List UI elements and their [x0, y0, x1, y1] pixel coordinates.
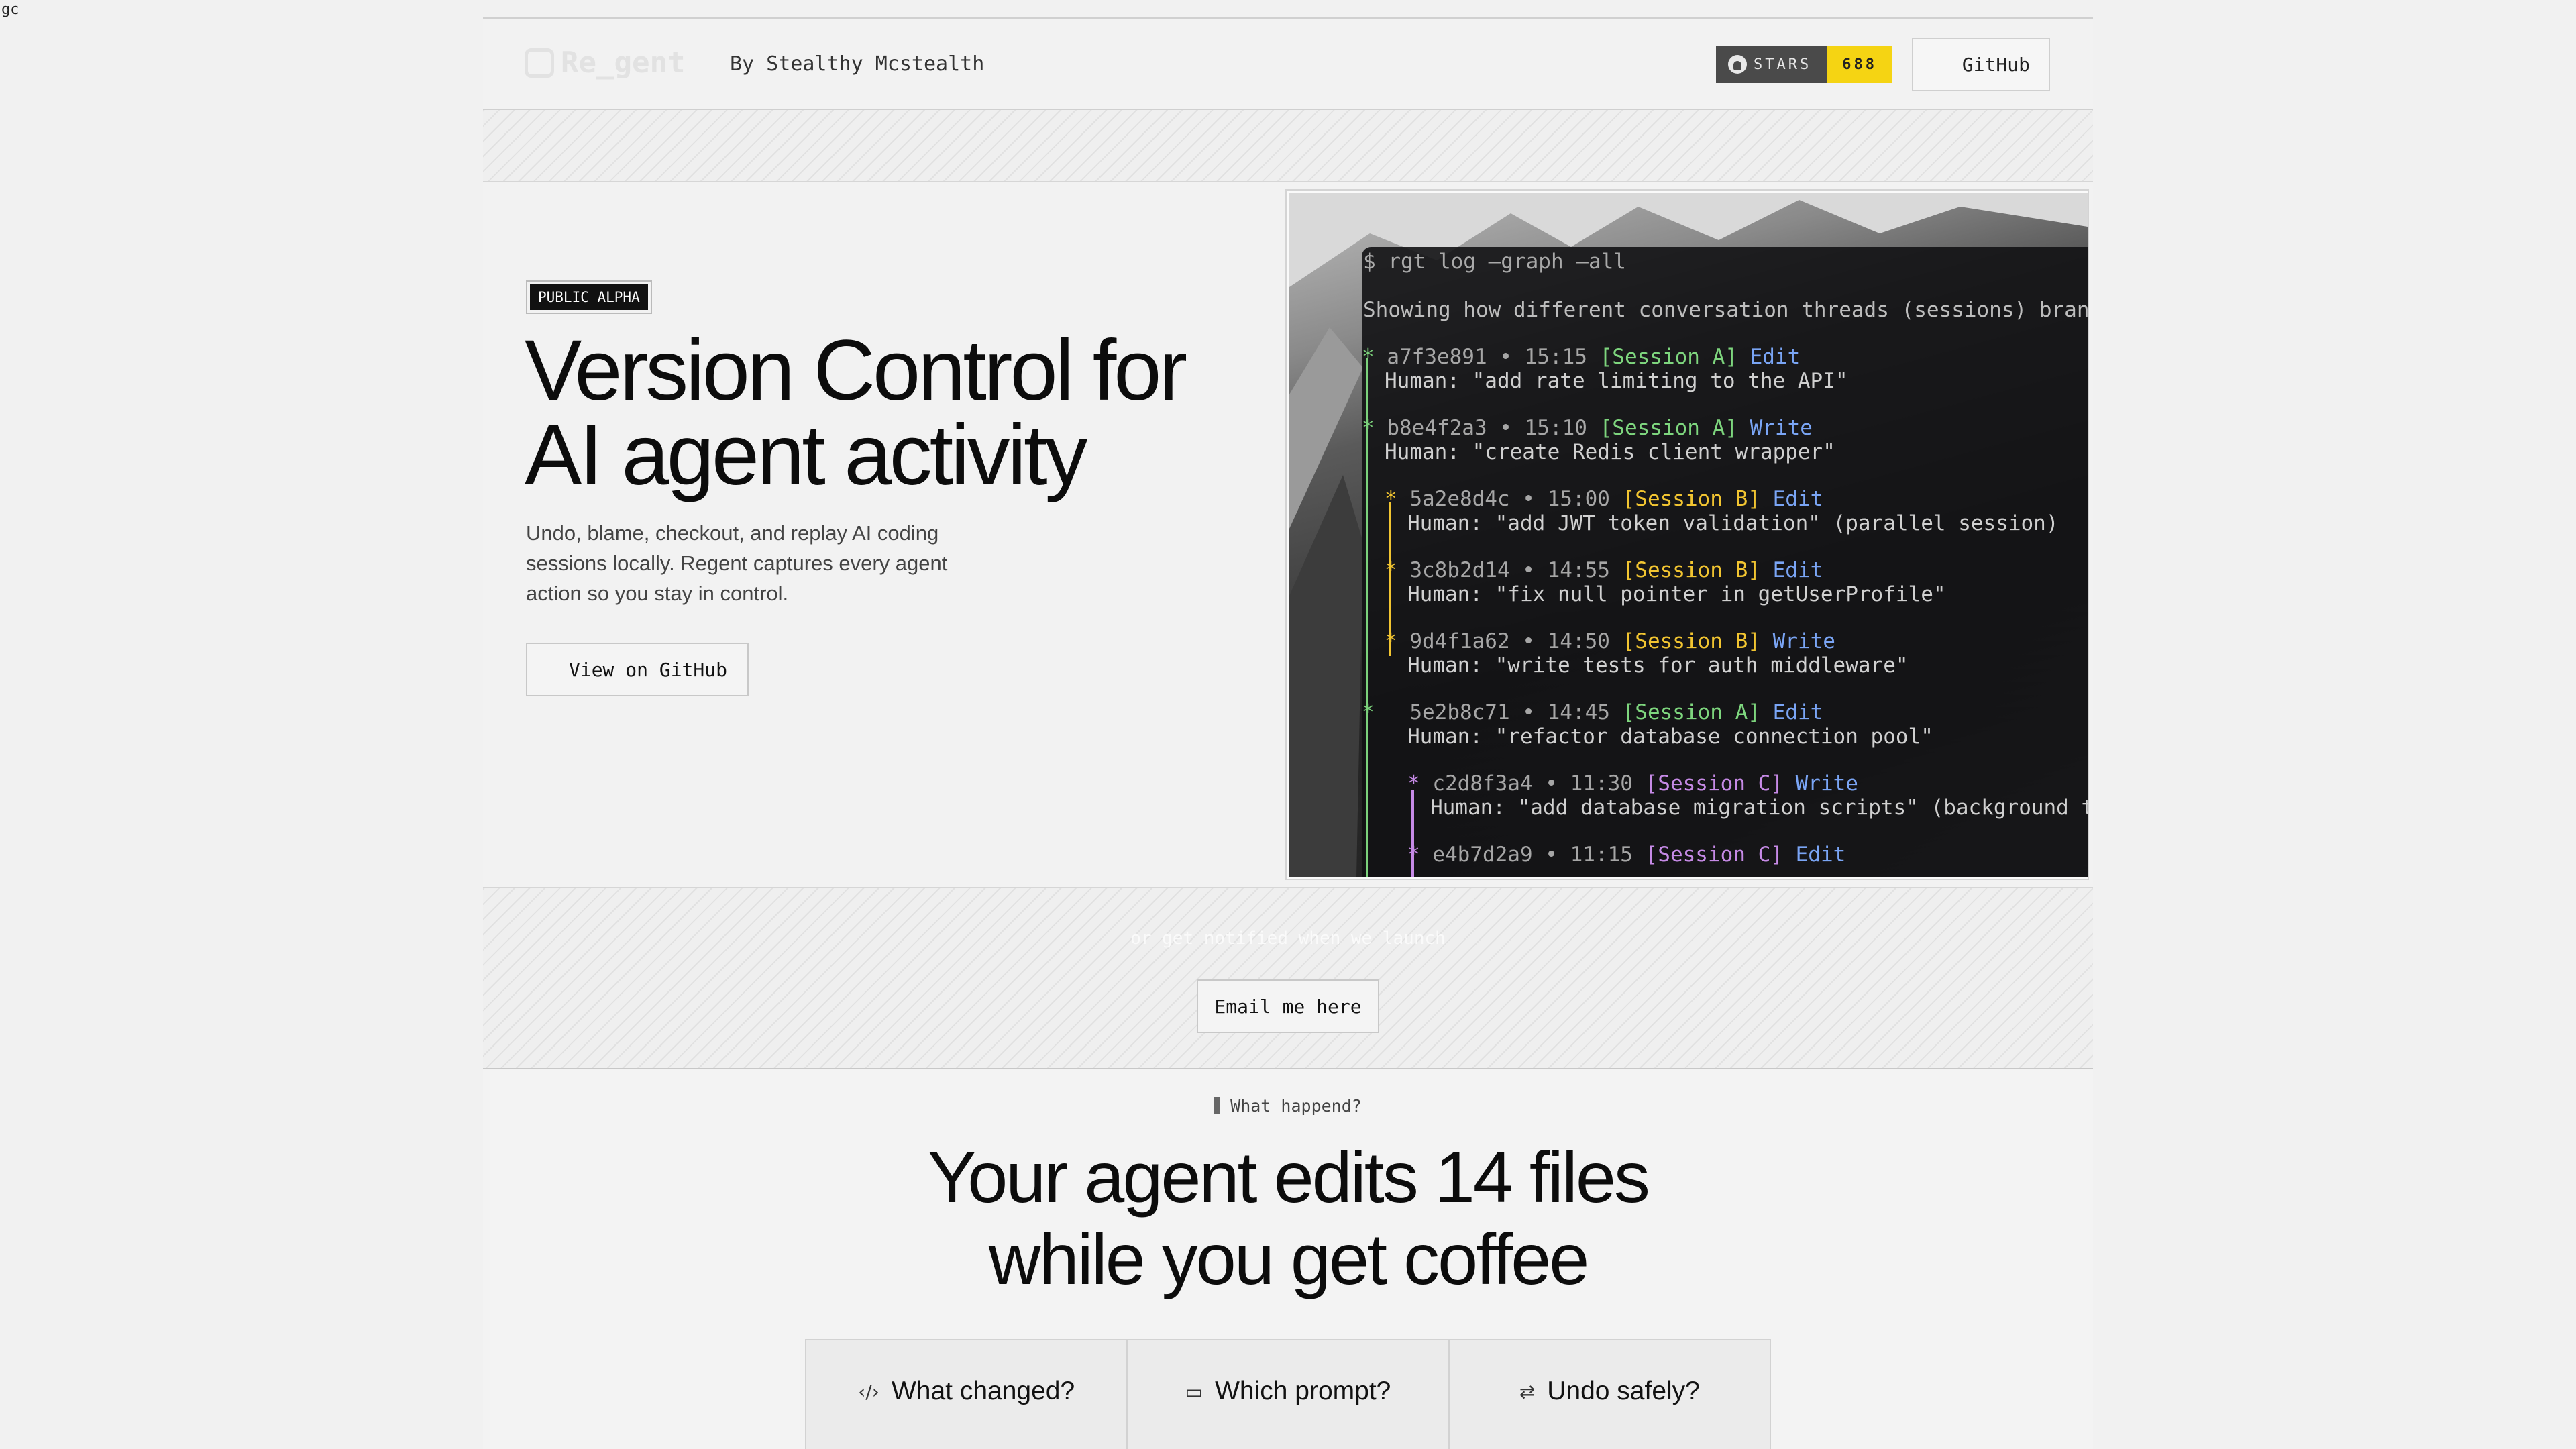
commit-entry[interactable]: * 5e2b8c71 • 14:45 [Session A] Edit Huma…: [1362, 700, 1933, 749]
email-me-button[interactable]: Email me here: [1197, 979, 1379, 1033]
commit-entry[interactable]: * c2d8f3a4 • 11:30 [Session C] Write Hum…: [1407, 771, 2088, 820]
view-on-github-button[interactable]: View on GitHub: [526, 643, 749, 696]
tab-label: Which prompt?: [1215, 1377, 1391, 1405]
kicker-text: What happend?: [1230, 1096, 1362, 1116]
commit-entry[interactable]: * b8e4f2a3 • 15:10 [Session A] Write Hum…: [1362, 416, 1835, 464]
github-icon: [1728, 55, 1747, 74]
hero-title-line1: Version Control for: [525, 323, 1187, 419]
badge-label: PUBLIC ALPHA: [530, 284, 648, 310]
hero-title-line2: AI agent activity: [525, 407, 1088, 503]
problem-section: What happend? Your agent edits 14 files …: [483, 1069, 2093, 1449]
hero-section: PUBLIC ALPHA Version Control for AI agen…: [483, 182, 2093, 887]
commit-entry[interactable]: * 5a2e8d4c • 15:00 [Session B] Edit Huma…: [1385, 487, 2059, 535]
waitlist-faint-text: or get notified when we launch: [1130, 928, 1446, 949]
hero-description: Undo, blame, checkout, and replay AI cod…: [526, 521, 948, 605]
undo-icon: ⇄: [1519, 1380, 1536, 1403]
commit-entry[interactable]: * a7f3e891 • 15:15 [Session A] Edit Huma…: [1362, 345, 1848, 393]
tab-which-prompt[interactable]: ▭ Which prompt?: [1128, 1340, 1450, 1449]
top-header: Re_gent By Stealthy Mcstealth STARS 688 …: [483, 17, 2093, 110]
tab-label: Undo safely?: [1547, 1377, 1700, 1405]
terminal-window: $ rgt log —graph —all Showing how differ…: [1362, 247, 2088, 877]
tab-what-changed[interactable]: ‹/› What changed?: [806, 1340, 1128, 1449]
section-kicker: What happend?: [483, 1096, 2093, 1116]
terminal-visual: $ rgt log —graph —all Showing how differ…: [1285, 189, 2089, 880]
byline: By Stealthy Mcstealth: [730, 52, 985, 76]
logo-icon: [525, 48, 554, 78]
section-title-line2: while you get coffee: [988, 1218, 1590, 1299]
terminal-command: $ rgt log —graph —all: [1363, 250, 1626, 274]
commit-entry[interactable]: * 9d4f1a62 • 14:50 [Session B] Write Hum…: [1385, 629, 1909, 678]
stars-count: 688: [1827, 46, 1892, 83]
hero-title: Version Control for AI agent activity: [525, 328, 1195, 498]
code-icon: ‹/›: [858, 1380, 879, 1403]
section-title-line1: Your agent edits 14 files: [928, 1136, 1650, 1218]
section-title: Your agent edits 14 files while you get …: [483, 1136, 2093, 1300]
public-alpha-badge: PUBLIC ALPHA: [526, 280, 652, 314]
hatched-divider: [483, 110, 2093, 182]
corner-text: gc: [1, 1, 19, 18]
kicker-bar-icon: [1214, 1097, 1220, 1114]
waitlist-band: or get notified when we launch Email me …: [483, 887, 2093, 1069]
mountain-background-image: $ rgt log —graph —all Showing how differ…: [1289, 193, 2088, 877]
tab-undo-safely[interactable]: ⇄ Undo safely?: [1449, 1340, 1770, 1449]
message-icon: ▭: [1185, 1380, 1203, 1403]
stars-label: STARS: [1754, 56, 1812, 73]
logo[interactable]: Re_gent: [525, 46, 685, 80]
terminal-note: Showing how different conversation threa…: [1363, 298, 2088, 322]
tab-label: What changed?: [891, 1377, 1075, 1405]
logo-text: Re_gent: [561, 46, 686, 80]
commit-entry[interactable]: * e4b7d2a9 • 11:15 [Session C] Edit: [1407, 843, 1845, 867]
github-button[interactable]: GitHub: [1912, 38, 2050, 91]
commit-entry[interactable]: * 3c8b2d14 • 14:55 [Session B] Edit Huma…: [1385, 558, 1946, 606]
question-tabs: ‹/› What changed? ▭ Which prompt? ⇄ Undo…: [805, 1339, 1771, 1449]
github-stars-badge[interactable]: STARS 688: [1716, 46, 1892, 83]
